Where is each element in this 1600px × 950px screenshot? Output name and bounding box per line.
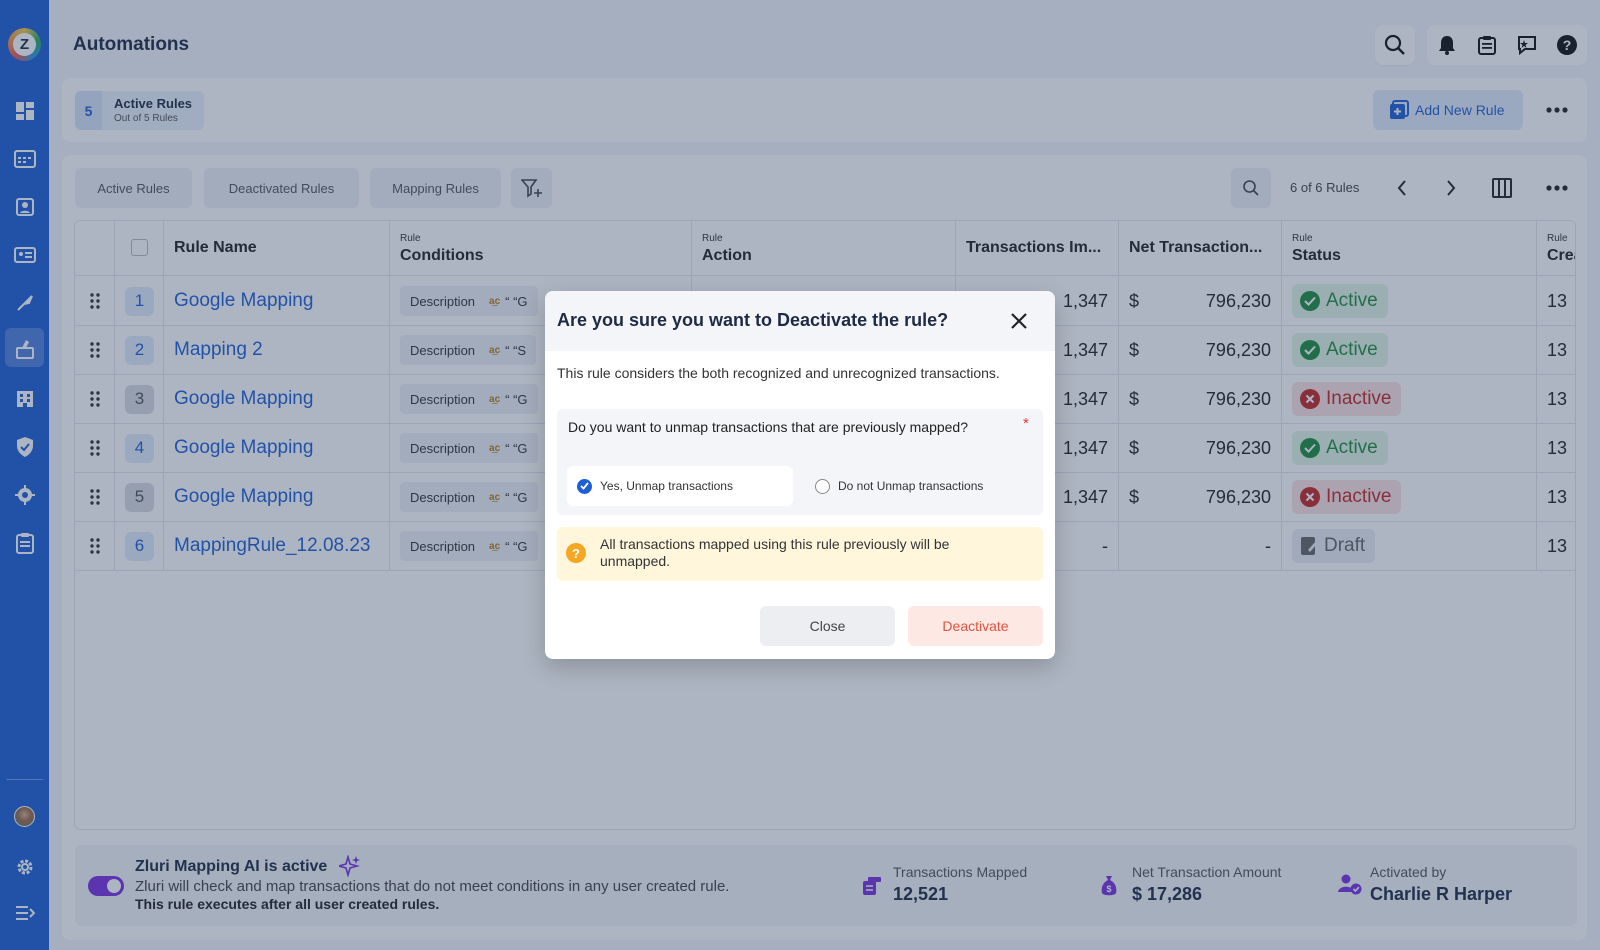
option-do-not-unmap[interactable]: Do not Unmap transactions — [815, 466, 1041, 506]
option-yes-unmap[interactable]: Yes, Unmap transactions — [567, 466, 793, 506]
unmap-question: Do you want to unmap transactions that a… — [568, 419, 969, 435]
radio-unselected-icon — [815, 478, 830, 494]
warning-text: All transactions mapped using this rule … — [600, 536, 950, 569]
option-no-label: Do not Unmap transactions — [838, 479, 984, 493]
close-icon — [1011, 313, 1027, 329]
dialog-description: This rule considers the both recognized … — [557, 365, 1000, 381]
dialog-close-button[interactable] — [1008, 310, 1030, 332]
close-button[interactable]: Close — [760, 606, 895, 646]
required-marker: * — [1023, 415, 1029, 432]
warning-icon: ? — [566, 543, 586, 563]
option-yes-label: Yes, Unmap transactions — [600, 479, 733, 493]
dialog-title: Are you sure you want to Deactivate the … — [557, 310, 949, 330]
deactivate-rule-dialog: Are you sure you want to Deactivate the … — [545, 291, 1055, 659]
deactivate-button[interactable]: Deactivate — [908, 606, 1043, 646]
radio-selected-icon — [577, 478, 592, 494]
